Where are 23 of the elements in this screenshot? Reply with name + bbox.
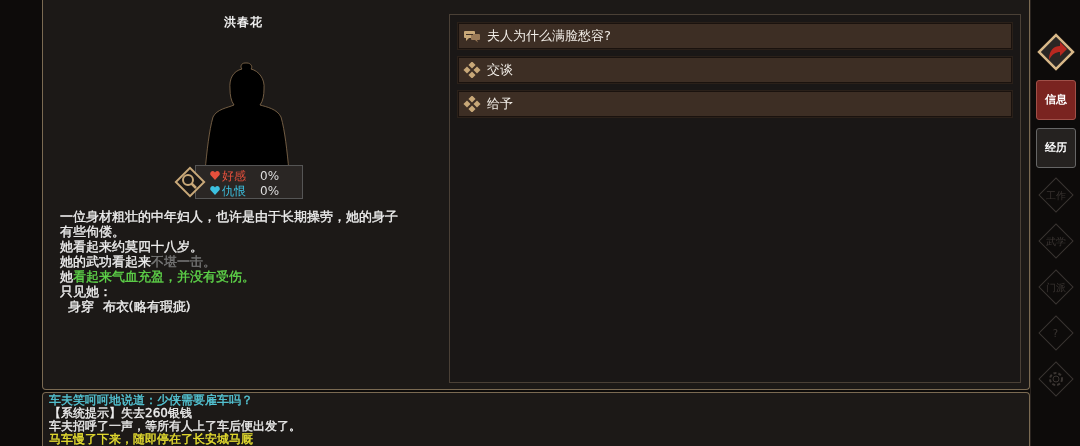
description-text: 她的武功看起来不堪一击。 (60, 254, 217, 269)
diamond-icon (463, 62, 481, 78)
log-message: 【系统提示】失去260银钱 (49, 407, 192, 420)
side-tab[interactable]: 经历 (1035, 128, 1076, 168)
description-text: 只见她： (60, 284, 113, 299)
dialog-option[interactable]: 交谈 (458, 57, 1012, 83)
speech-bubble-icon (463, 29, 481, 43)
dialog-option[interactable]: 给予 (458, 91, 1012, 117)
side-tab[interactable]: 信息 (1035, 80, 1076, 120)
description-text: 她看起来气血充盈，并没有受伤。 (60, 269, 256, 284)
relation-label: 好感 (222, 167, 246, 185)
log-message: 车夫招呼了一声，等所有人上了车后便出发了。 (49, 420, 302, 433)
log-message: 车夫笑呵呵地说道：少侠需要雇车吗？ (49, 394, 254, 407)
description-text: 一位身材粗壮的中年妇人，也许是由于长期操劳，她的身子有些佝偻。 (60, 209, 399, 239)
log-message: 马车慢了下来，随即停在了长安城马厩 (49, 433, 253, 446)
character-name: 洪春花 (223, 14, 263, 31)
relation-label: 仇恨 (222, 182, 246, 200)
dialog-option[interactable]: 夫人为什么满脸愁容? (458, 23, 1012, 49)
relation-value: 0% (260, 182, 280, 200)
diamond-icon (463, 96, 481, 112)
relation-value: 0% (260, 167, 280, 185)
description-text: 她看起来约莫四十八岁。 (60, 239, 204, 254)
description-text: 身穿 布衣(略有瑕疵) (67, 299, 192, 314)
